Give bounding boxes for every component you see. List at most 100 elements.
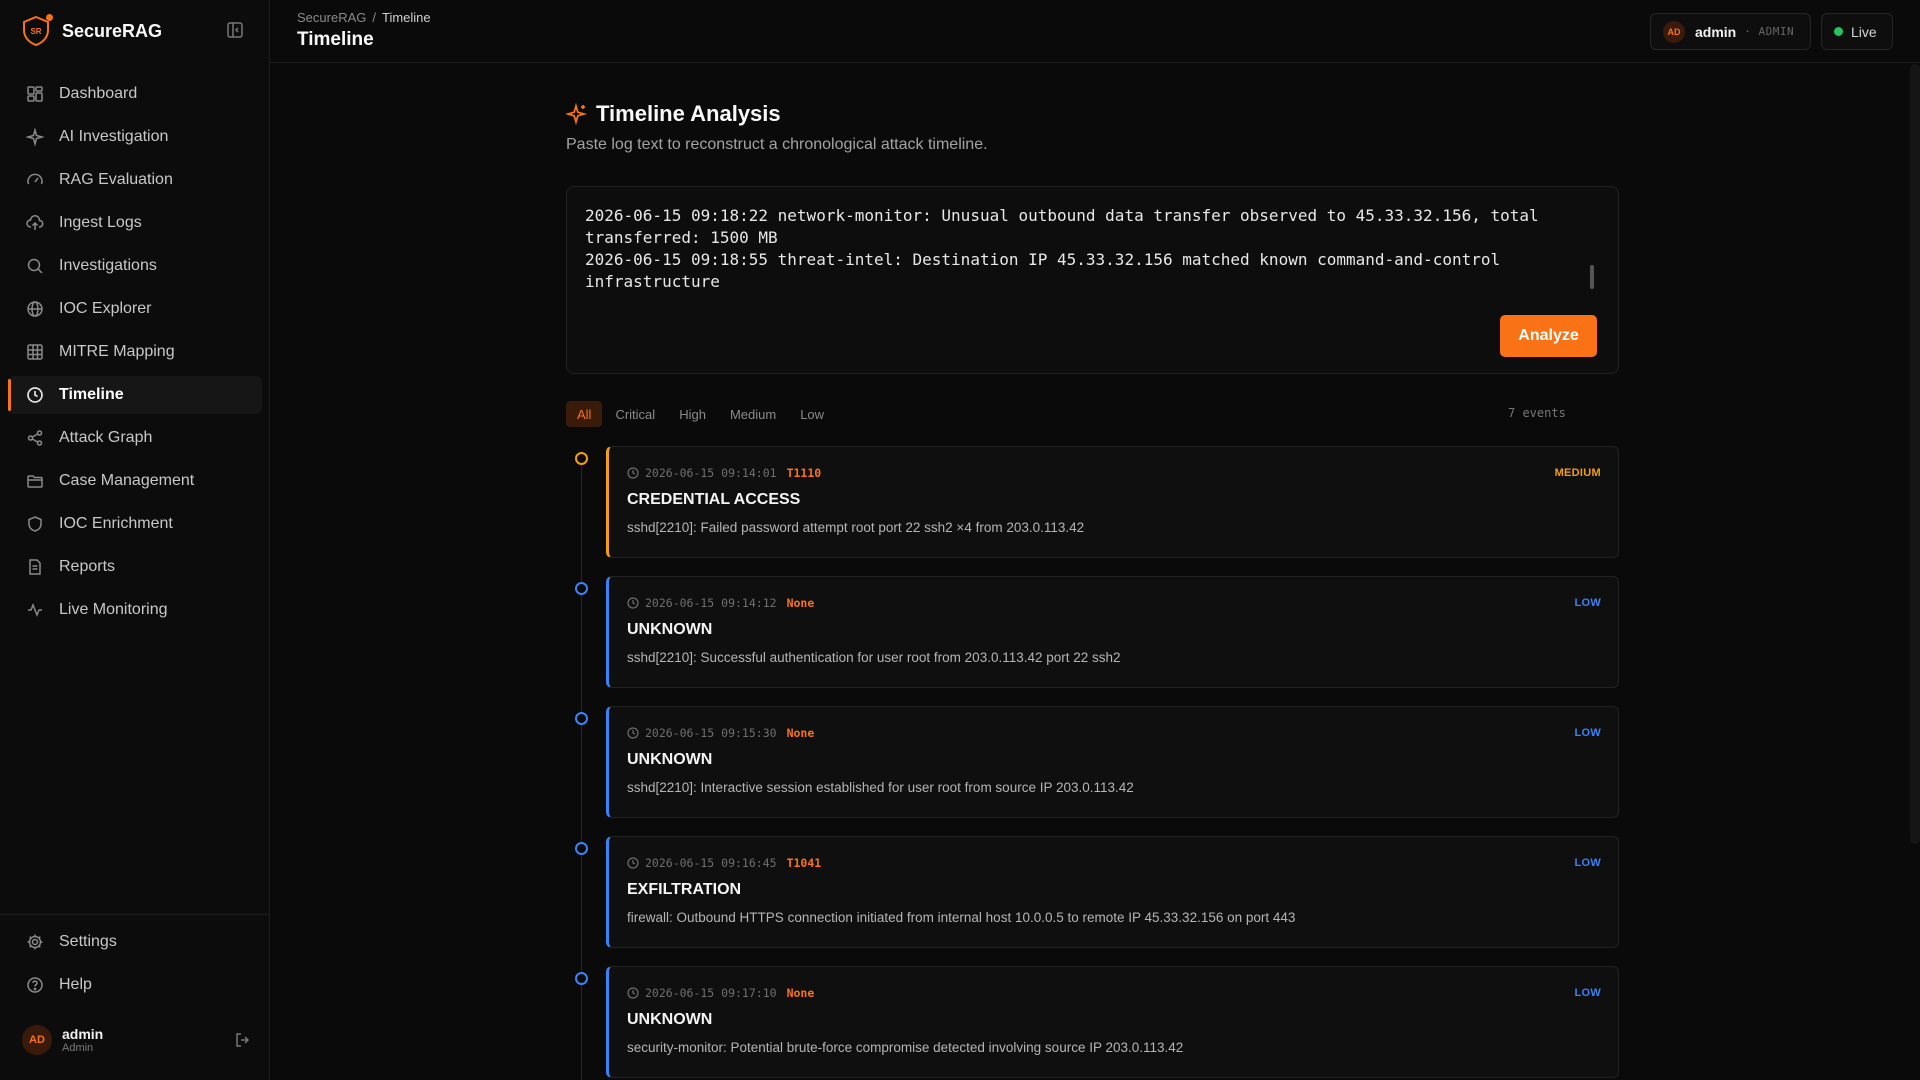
help-circle-icon — [25, 975, 45, 995]
filter-medium[interactable]: Medium — [719, 401, 787, 427]
filter-all[interactable]: All — [566, 401, 603, 427]
sidebar-item-label: Investigations — [59, 257, 157, 274]
sidebar-item-dashboard[interactable]: Dashboard — [8, 75, 262, 113]
timeline-event[interactable]: 2026-06-15 09:14:01 T1110 MEDIUM CREDENTI… — [606, 446, 1619, 558]
severity-badge: LOW — [1574, 597, 1601, 609]
page-title: Timeline — [297, 29, 374, 50]
event-description: sshd[2210]: Failed password attempt root… — [627, 520, 1085, 535]
timeline-event[interactable]: 2026-06-15 09:14:12 None LOW UNKNOWN sshd… — [606, 576, 1619, 688]
sidebar-item-mitre-mapping[interactable]: MITRE Mapping — [8, 333, 262, 371]
log-input-box[interactable]: 2026-06-15 09:18:22 network-monitor: Unu… — [566, 186, 1619, 374]
sidebar-item-rag-evaluation[interactable]: RAG Evaluation — [8, 161, 262, 199]
sidebar-item-label: IOC Explorer — [59, 300, 152, 317]
filter-low[interactable]: Low — [789, 401, 835, 427]
sidebar-item-ioc-enrichment[interactable]: IOC Enrichment — [8, 505, 262, 543]
sidebar-nav: Dashboard AI Investigation RAG Evaluatio… — [8, 75, 262, 634]
sidebar-item-label: AI Investigation — [59, 128, 169, 145]
analysis-header: Timeline Analysis — [564, 101, 781, 127]
breadcrumb: SecureRAG / Timeline — [297, 10, 431, 25]
sidebar-item-timeline[interactable]: Timeline — [8, 376, 262, 414]
sidebar-item-label: Help — [59, 976, 92, 993]
user-menu-button[interactable]: AD admin · ADMIN — [1650, 13, 1811, 50]
live-dot-icon — [1834, 27, 1843, 36]
severity-badge: LOW — [1574, 857, 1601, 869]
event-description: firewall: Outbound HTTPS connection init… — [627, 910, 1296, 925]
timeline-event[interactable]: 2026-06-15 09:15:30 None LOW UNKNOWN sshd… — [606, 706, 1619, 818]
analyze-button[interactable]: Analyze — [1500, 315, 1597, 357]
filter-critical[interactable]: Critical — [604, 401, 666, 427]
sidebar-item-ioc-explorer[interactable]: IOC Explorer — [8, 290, 262, 328]
clock-icon — [627, 597, 639, 609]
search-icon — [25, 256, 45, 276]
event-technique: None — [786, 986, 815, 1000]
gear-icon — [25, 932, 45, 952]
event-time: 2026-06-15 09:14:01 — [645, 466, 777, 480]
main-content: Timeline Analysis Paste log text to reco… — [270, 64, 1920, 1080]
brand[interactable]: SR SecureRAG — [22, 14, 162, 48]
event-title: UNKNOWN — [627, 751, 713, 768]
log-textarea[interactable]: 2026-06-15 09:18:22 network-monitor: Unu… — [585, 205, 1585, 293]
filter-high[interactable]: High — [668, 401, 717, 427]
avatar: AD — [1663, 20, 1685, 43]
sidebar-item-label: Ingest Logs — [59, 214, 142, 231]
sidebar-item-investigations[interactable]: Investigations — [8, 247, 262, 285]
clock-icon — [627, 467, 639, 479]
clock-icon — [627, 727, 639, 739]
dashboard-icon — [25, 84, 45, 104]
severity-badge: MEDIUM — [1554, 467, 1601, 479]
logout-icon[interactable] — [234, 1031, 252, 1049]
timeline-dot — [575, 712, 588, 725]
cloud-upload-icon — [25, 213, 45, 233]
share-icon — [25, 428, 45, 448]
timeline-axis — [581, 459, 582, 1080]
sidebar: SR SecureRAG Dashboard AI Investigation … — [0, 0, 270, 1080]
event-description: security-monitor: Potential brute-force … — [627, 1040, 1184, 1055]
breadcrumb-root[interactable]: SecureRAG — [297, 10, 366, 25]
timeline-event[interactable]: 2026-06-15 09:17:10 None LOW UNKNOWN secu… — [606, 966, 1619, 1078]
event-technique: None — [786, 726, 815, 740]
sidebar-item-label: IOC Enrichment — [59, 515, 173, 532]
sidebar-item-label: Reports — [59, 558, 116, 575]
textarea-scrollbar[interactable] — [1590, 265, 1594, 289]
timeline-event[interactable]: 2026-06-15 09:16:45 T1041 LOW EXFILTRATIO… — [606, 836, 1619, 948]
user-name: admin — [62, 1025, 104, 1042]
sidebar-item-attack-graph[interactable]: Attack Graph — [8, 419, 262, 457]
gauge-icon — [25, 170, 45, 190]
page-scrollbar[interactable] — [1910, 64, 1920, 844]
event-technique: None — [786, 596, 815, 610]
avatar: AD — [22, 1025, 52, 1055]
sidebar-item-case-management[interactable]: Case Management — [8, 462, 262, 500]
sidebar-item-label: MITRE Mapping — [59, 343, 175, 360]
sidebar-item-label: RAG Evaluation — [59, 171, 173, 188]
user-chip-name: admin — [1695, 23, 1737, 40]
event-time: 2026-06-15 09:15:30 — [645, 726, 777, 740]
breadcrumb-current: Timeline — [382, 10, 431, 25]
event-technique: T1110 — [786, 466, 822, 480]
sidebar-user[interactable]: AD admin Admin — [22, 1024, 252, 1056]
file-text-icon — [25, 557, 45, 577]
sidebar-item-live-monitoring[interactable]: Live Monitoring — [8, 591, 262, 629]
clock-icon — [25, 385, 45, 405]
sidebar-item-help[interactable]: Help — [8, 966, 262, 1004]
event-time: 2026-06-15 09:16:45 — [645, 856, 777, 870]
sidebar-collapse-icon[interactable] — [226, 21, 244, 39]
severity-badge: LOW — [1574, 727, 1601, 739]
event-time: 2026-06-15 09:17:10 — [645, 986, 777, 1000]
sidebar-item-settings[interactable]: Settings — [8, 923, 262, 961]
severity-badge: LOW — [1574, 987, 1601, 999]
activity-icon — [25, 600, 45, 620]
timeline-dot — [575, 452, 588, 465]
timeline-dot — [575, 972, 588, 985]
breadcrumb-separator: / — [372, 10, 376, 25]
sidebar-item-label: Attack Graph — [59, 429, 153, 446]
analysis-title: Timeline Analysis — [596, 101, 781, 126]
sidebar-item-label: Case Management — [59, 472, 195, 489]
event-title: UNKNOWN — [627, 621, 713, 638]
svg-text:SR: SR — [30, 27, 41, 36]
live-status-badge[interactable]: Live — [1821, 13, 1893, 50]
clock-icon — [627, 857, 639, 869]
sidebar-item-ai-investigation[interactable]: AI Investigation — [8, 118, 262, 156]
sidebar-item-ingest-logs[interactable]: Ingest Logs — [8, 204, 262, 242]
event-description: sshd[2210]: Successful authentication fo… — [627, 650, 1121, 665]
sidebar-item-reports[interactable]: Reports — [8, 548, 262, 586]
